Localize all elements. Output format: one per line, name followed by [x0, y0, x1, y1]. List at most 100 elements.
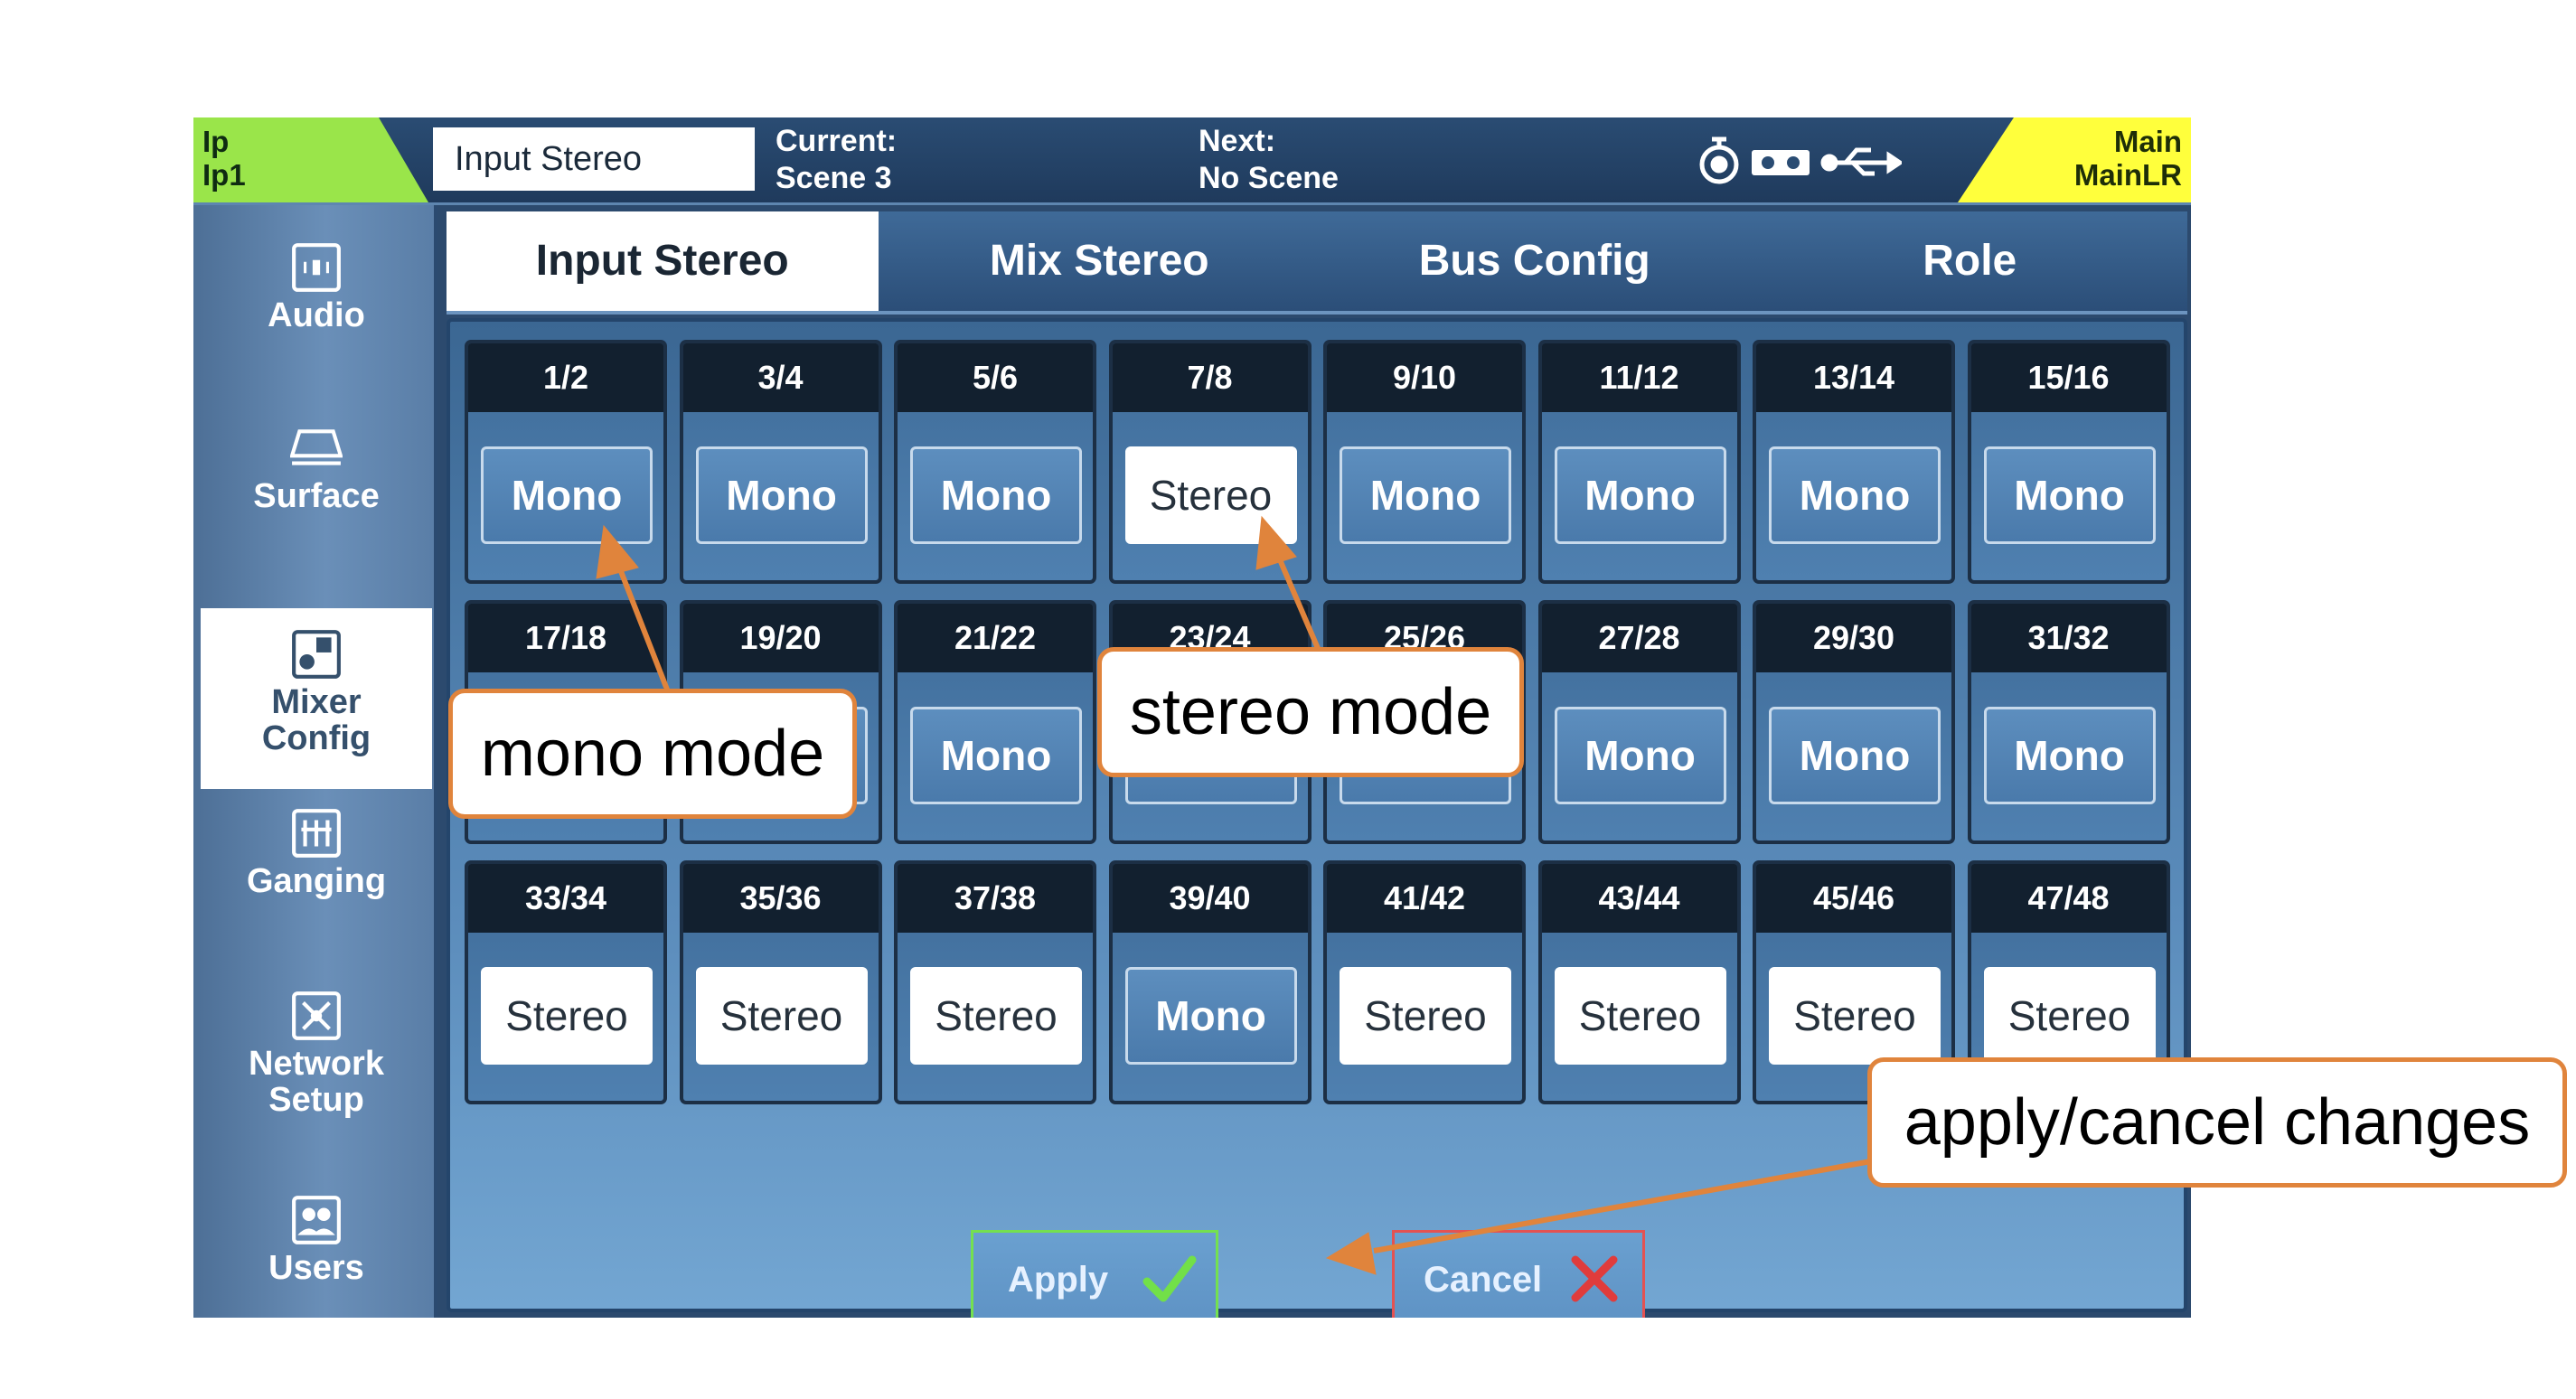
channel-pair-label: 15/16: [1970, 343, 2167, 412]
channel-pair-label: 21/22: [898, 604, 1093, 672]
channel-pair-label: 35/36: [682, 864, 879, 933]
channel-pair-cell: 33/34 Stereo: [465, 860, 667, 1104]
channel-pair-label: 9/10: [1327, 343, 1522, 412]
channel-pair-cell: 11/12 Mono: [1537, 340, 1741, 584]
audio-icon: [292, 243, 341, 292]
sidebar-item-audio[interactable]: Audio: [201, 241, 432, 377]
channel-pair-cell: 7/8 Stereo: [1108, 340, 1312, 584]
tape-icon: [1752, 150, 1810, 175]
channel-pair-cell: 9/10 Mono: [1323, 340, 1526, 584]
mode-toggle-button[interactable]: Stereo: [1340, 967, 1511, 1065]
channel-pair-label: 3/4: [682, 343, 879, 412]
channel-tag-type: Ip: [202, 125, 230, 158]
channel-pair-label: 43/44: [1541, 864, 1737, 933]
ganging-icon: [292, 809, 341, 858]
mode-toggle-button[interactable]: Mono: [695, 446, 868, 544]
surface-icon: [290, 429, 343, 465]
callout-apply-cancel: apply/cancel changes: [1867, 1057, 2567, 1188]
cancel-label: Cancel: [1424, 1260, 1543, 1300]
channel-pair-label: 19/20: [682, 604, 879, 672]
channel-pair-label: 41/42: [1327, 864, 1522, 933]
channel-pair-label: 45/46: [1756, 864, 1951, 933]
channel-pair-label: 1/2: [468, 343, 663, 412]
tab-role[interactable]: Role: [1753, 211, 2188, 311]
mode-toggle-button[interactable]: Stereo: [1554, 967, 1726, 1065]
channel-pair-cell: 43/44 Stereo: [1537, 860, 1741, 1104]
timer-icon: [1699, 136, 1739, 184]
mode-toggle-button[interactable]: Mono: [910, 707, 1082, 804]
status-icons: [1694, 134, 1904, 188]
sidebar: Audio Surface Mixer Config Ganging Network Set…: [193, 205, 437, 1318]
sidebar-item-users[interactable]: Users: [201, 1194, 432, 1318]
mode-toggle-button[interactable]: Stereo: [910, 967, 1082, 1065]
apply-button[interactable]: Apply: [971, 1230, 1218, 1318]
channel-pair-cell: 27/28 Mono: [1537, 600, 1741, 844]
main-tag-id: MainLR: [2073, 158, 2182, 192]
sidebar-item-network-setup[interactable]: Network Setup: [201, 990, 432, 1161]
mode-toggle-button[interactable]: Mono: [481, 446, 653, 544]
channel-tag-id: Ip1: [202, 158, 246, 192]
users-icon: [292, 1196, 341, 1244]
current-scene-value: Scene 3: [776, 161, 892, 195]
channel-pair-cell: 37/38 Stereo: [894, 860, 1096, 1104]
channel-tag[interactable]: Ip Ip1: [193, 117, 428, 202]
network-icon: [292, 991, 341, 1040]
apply-label: Apply: [1008, 1260, 1109, 1300]
sidebar-item-ganging[interactable]: Ganging: [201, 807, 432, 943]
callout-stereo-mode: stereo mode: [1097, 647, 1524, 777]
mode-toggle-button[interactable]: Stereo: [1124, 446, 1297, 544]
current-scene-label: Current:: [776, 124, 898, 158]
mode-toggle-button[interactable]: Stereo: [481, 967, 653, 1065]
sidebar-item-label: Users: [268, 1249, 364, 1287]
channel-pair-cell: 35/36 Stereo: [679, 860, 882, 1104]
channel-pair-cell: 1/2 Mono: [465, 340, 667, 584]
sidebar-item-surface[interactable]: Surface: [201, 422, 432, 558]
mode-toggle-button[interactable]: Mono: [1983, 446, 2156, 544]
mode-toggle-button[interactable]: Mono: [1769, 707, 1941, 804]
channel-pair-cell: 13/14 Mono: [1753, 340, 1955, 584]
tab-bus-config[interactable]: Bus Config: [1317, 211, 1753, 311]
main-bus-tag[interactable]: Main MainLR: [1958, 117, 2191, 202]
mode-toggle-button[interactable]: Mono: [1554, 707, 1726, 804]
mode-toggle-button[interactable]: Mono: [1124, 967, 1297, 1065]
mode-toggle-button[interactable]: Stereo: [1983, 967, 2156, 1065]
main-tag-type: Main: [2113, 125, 2182, 158]
channel-pair-label: 5/6: [898, 343, 1093, 412]
channel-pair-cell: 15/16 Mono: [1967, 340, 2170, 584]
channel-pair-label: 47/48: [1970, 864, 2167, 933]
mode-toggle-button[interactable]: Stereo: [1769, 967, 1941, 1065]
close-icon: [1571, 1255, 1618, 1302]
tab-input-stereo[interactable]: Input Stereo: [447, 211, 879, 311]
sidebar-item-label: Mixer Config: [261, 683, 371, 757]
next-scene-value: No Scene: [1199, 161, 1339, 195]
channel-pair-cell: 5/6 Mono: [894, 340, 1096, 584]
channel-pair-label: 27/28: [1541, 604, 1737, 672]
channel-pair-cell: 39/40 Mono: [1108, 860, 1312, 1104]
current-scene: Current: Scene 3: [776, 123, 897, 197]
sidebar-item-label: Surface: [253, 477, 380, 515]
channel-pair-cell: 21/22 Mono: [894, 600, 1096, 844]
cancel-button[interactable]: Cancel: [1392, 1230, 1645, 1318]
next-scene-label: Next:: [1199, 124, 1276, 158]
usb-icon: [1820, 147, 1904, 176]
sidebar-item-label: Ganging: [246, 862, 387, 900]
mode-toggle-button[interactable]: Mono: [1983, 707, 2156, 804]
channel-pair-label: 33/34: [468, 864, 663, 933]
channel-pair-cell: 31/32 Mono: [1967, 600, 2170, 844]
mode-toggle-button[interactable]: Stereo: [695, 967, 868, 1065]
channel-pair-label: 13/14: [1756, 343, 1951, 412]
mode-toggle-button[interactable]: Mono: [910, 446, 1082, 544]
channel-pair-cell: 3/4 Mono: [679, 340, 882, 584]
mode-toggle-button[interactable]: Mono: [1554, 446, 1726, 544]
sidebar-item-mixer-config[interactable]: Mixer Config: [201, 608, 432, 789]
channel-pair-label: 31/32: [1970, 604, 2167, 672]
channel-name-field[interactable]: Input Stereo: [433, 127, 755, 191]
tab-mix-stereo[interactable]: Mix Stereo: [882, 211, 1318, 311]
mode-toggle-button[interactable]: Mono: [1340, 446, 1511, 544]
mode-toggle-button[interactable]: Mono: [1769, 446, 1941, 544]
sidebar-item-label: Audio: [268, 296, 365, 334]
channel-pair-label: 11/12: [1541, 343, 1737, 412]
callout-mono-mode: mono mode: [448, 689, 857, 819]
channel-pair-label: 17/18: [468, 604, 663, 672]
channel-pair-label: 39/40: [1112, 864, 1308, 933]
